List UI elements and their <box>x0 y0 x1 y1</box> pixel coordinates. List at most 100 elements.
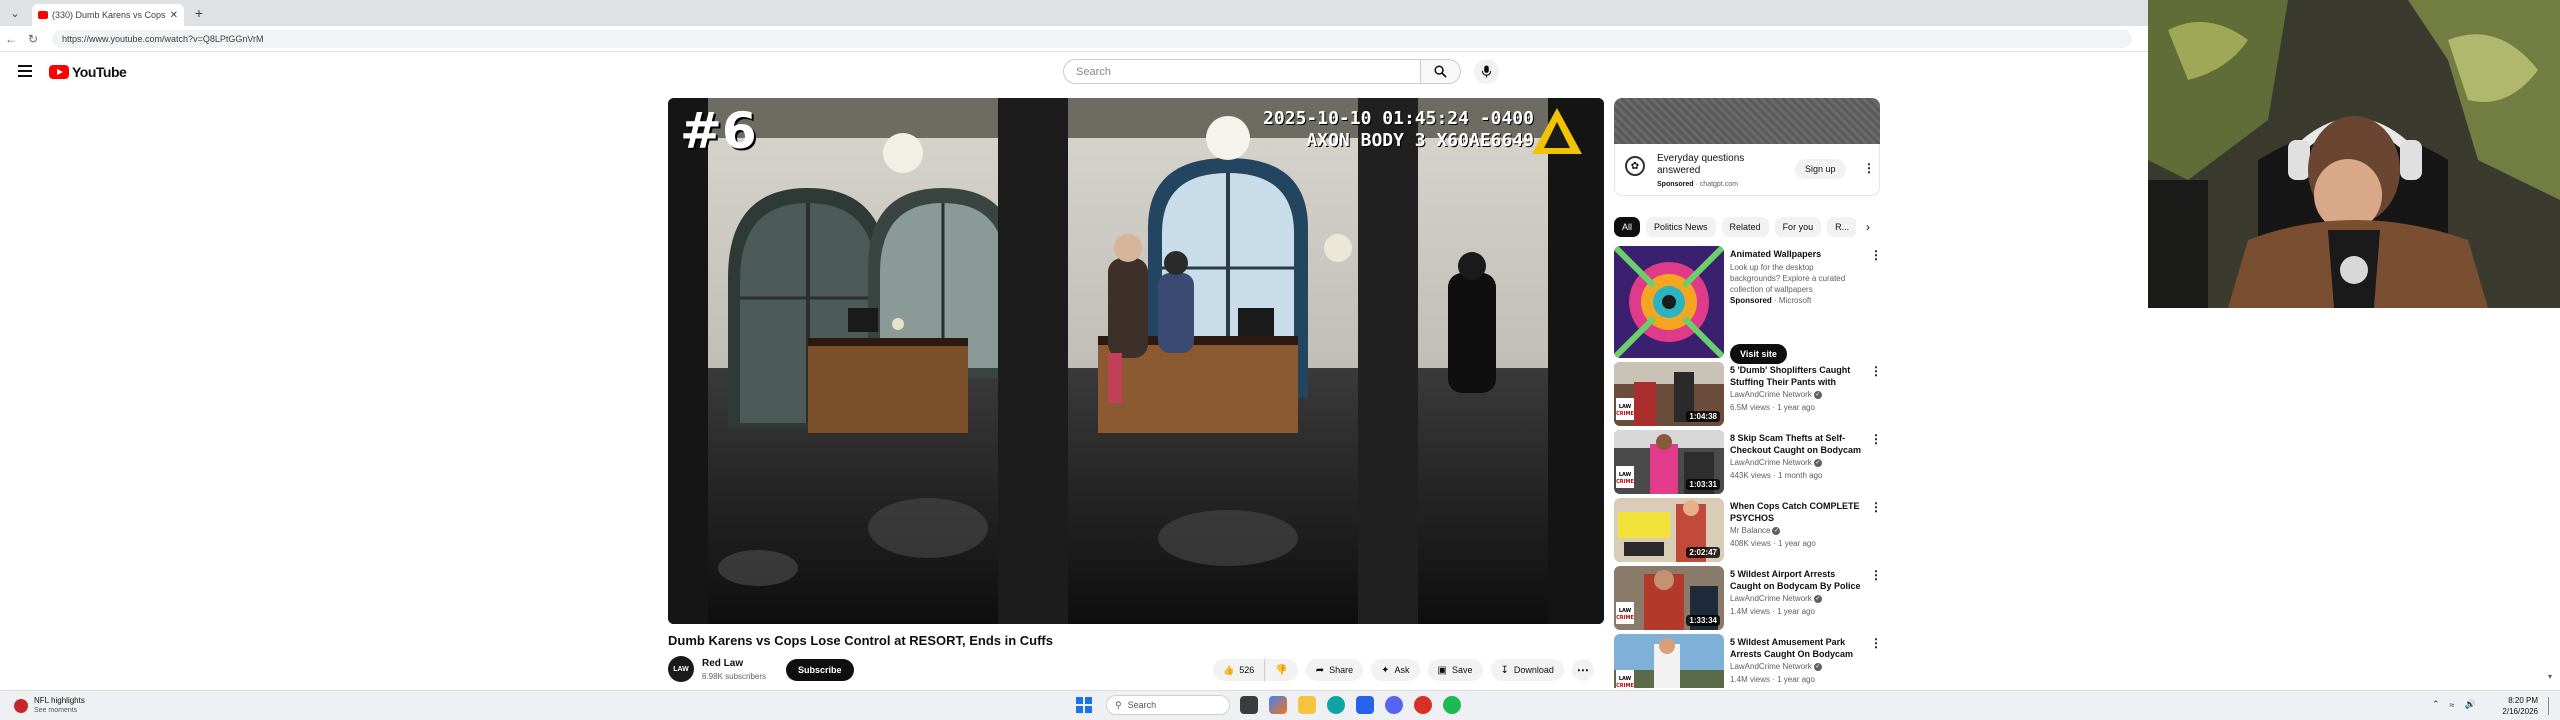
video-player[interactable]: #6 2025-10-10 01:45:24 -0400 AXON BODY 3… <box>668 98 1604 624</box>
verified-check-icon: ✓ <box>1772 526 1781 535</box>
back-arrow-icon[interactable]: ← <box>0 32 22 46</box>
news-widget-icon <box>14 699 28 713</box>
share-button[interactable]: ➦ Share <box>1305 659 1364 681</box>
rec-channel[interactable]: LawAndCrime Network ✓ <box>1730 594 1822 603</box>
download-button[interactable]: ↧ Download <box>1490 659 1564 681</box>
recommendation[interactable]: LAW CRIME 1:03:31 8 Skip Scam Thefts at … <box>1614 430 1882 494</box>
copilot-icon[interactable] <box>1269 696 1287 714</box>
channel-avatar[interactable]: LAW <box>668 656 694 682</box>
task-view-icon[interactable] <box>1240 696 1258 714</box>
tab-title: (330) Dumb Karens vs Cops L... <box>52 10 166 20</box>
search-input[interactable]: Search <box>1063 59 1421 84</box>
menu-icon[interactable] <box>18 65 32 77</box>
rec-thumbnail[interactable]: LAW CRIME 1:03:31 <box>1614 430 1724 494</box>
youtube-logo[interactable]: YouTube <box>49 64 127 80</box>
scroll-down-icon[interactable]: ▾ <box>2548 672 2552 681</box>
channel-name[interactable]: Red Law <box>702 658 743 669</box>
svg-text:CRIME: CRIME <box>1616 683 1634 688</box>
recommendation[interactable]: LAW CRIME 5 Wildest Amusement Park Arres… <box>1614 634 1880 688</box>
sponsored-recommendation[interactable]: Animated Wallpapers Look up for the desk… <box>1614 246 1882 364</box>
reload-icon[interactable]: ↻ <box>22 32 44 46</box>
rec-channel[interactable]: LawAndCrime Network ✓ <box>1730 390 1822 399</box>
rec-title[interactable]: When Cops Catch COMPLETE PSYCHOS <box>1730 500 1866 524</box>
rec-thumbnail[interactable] <box>1614 246 1724 358</box>
store-icon[interactable] <box>1356 696 1374 714</box>
ad-card[interactable]: ✿ Everyday questions answered Sponsored … <box>1614 144 1880 196</box>
visit-site-button[interactable]: Visit site <box>1730 344 1787 364</box>
close-tab-icon[interactable]: ✕ <box>170 10 178 21</box>
download-label: Download <box>1513 665 1554 675</box>
like-button[interactable]: 👍 526 <box>1213 659 1266 681</box>
clock-time: 8:20 PM <box>2508 696 2538 705</box>
taskbar-search[interactable]: ⚲ Search <box>1106 695 1230 715</box>
video-overlay-timestamp: 2025-10-10 01:45:24 -0400 AXON BODY 3 X6… <box>1263 108 1534 152</box>
rec-thumbnail[interactable]: 2:02:47 <box>1614 498 1724 562</box>
ad-more-icon[interactable]: ⋮ <box>1863 161 1875 175</box>
chip-for-you[interactable]: For you <box>1774 217 1822 237</box>
axon-logo-icon <box>1532 108 1582 154</box>
show-desktop-button[interactable] <box>2548 697 2554 715</box>
ad-signup-button[interactable]: Sign up <box>1795 159 1846 179</box>
rec-thumbnail[interactable]: LAW CRIME <box>1614 634 1724 688</box>
rec-thumbnail[interactable]: LAW CRIME 1:04:38 <box>1614 362 1724 426</box>
spotify-icon[interactable] <box>1443 696 1461 714</box>
rec-more-icon[interactable]: ⋮ <box>1870 364 1882 378</box>
browser-tab-active[interactable]: (330) Dumb Karens vs Cops L... ✕ <box>32 4 184 26</box>
rec-title[interactable]: 5 Wildest Amusement Park Arrests Caught … <box>1730 636 1866 660</box>
rec-channel-name: Mr Balance <box>1730 526 1771 535</box>
rec-more-icon[interactable]: ⋮ <box>1870 500 1882 514</box>
tray-chevron-icon[interactable]: ⌃ <box>2432 699 2440 710</box>
rec-title[interactable]: 5 'Dumb' Shoplifters Caught Stuffing The… <box>1730 364 1866 388</box>
news-widget[interactable]: NFL highlights See moments <box>14 696 85 716</box>
webcam-feed-image <box>2148 0 2560 308</box>
youtube-header: YouTube Search <box>0 52 2148 92</box>
rec-description: Look up for the desktop backgrounds? Exp… <box>1730 263 1846 294</box>
recommendation[interactable]: LAW CRIME 1:33:34 5 Wildest Airport Arre… <box>1614 566 1882 630</box>
rec-thumbnail[interactable]: LAW CRIME 1:33:34 <box>1614 566 1724 630</box>
tab-list-chevron-icon[interactable]: ⌄ <box>4 2 26 24</box>
video-overlay-number: #6 <box>680 102 757 160</box>
recommendation[interactable]: 2:02:47 When Cops Catch COMPLETE PSYCHOS… <box>1614 498 1882 562</box>
rec-channel[interactable]: Mr Balance ✓ <box>1730 526 1781 535</box>
volume-icon[interactable]: 🔊 <box>2465 699 2476 710</box>
filter-chips: All Politics News Related For you R... <box>1614 216 1880 238</box>
rec-channel[interactable]: LawAndCrime Network ✓ <box>1730 458 1822 467</box>
verified-check-icon: ✓ <box>1813 390 1822 399</box>
edge-browser-icon[interactable] <box>1327 696 1345 714</box>
discord-icon[interactable] <box>1385 696 1403 714</box>
rec-more-icon[interactable]: ⋮ <box>1870 432 1882 446</box>
taskbar-clock[interactable]: 8:20 PM 2/16/2026 <box>2478 695 2538 717</box>
rec-more-icon[interactable]: ⋮ <box>1870 568 1882 582</box>
rec-title[interactable]: 8 Skip Scam Thefts at Self-Checkout Caug… <box>1730 432 1866 456</box>
rec-more-icon[interactable]: ⋮ <box>1870 248 1882 262</box>
new-tab-button[interactable]: + <box>190 5 208 21</box>
voice-search-button[interactable] <box>1474 59 1499 84</box>
rec-thumbnail-art <box>1614 246 1724 358</box>
chip-truncated[interactable]: R... <box>1827 217 1858 237</box>
wifi-icon[interactable]: ≈ <box>2450 700 2455 710</box>
chip-related[interactable]: Related <box>1721 217 1769 237</box>
search-icon <box>1434 65 1447 78</box>
video-actions: 👍 526 👎 ➦ Share ✦ Ask ▣ Save ↧ Download … <box>1213 659 1594 681</box>
chip-politics-news[interactable]: Politics News <box>1646 217 1716 237</box>
search-button[interactable] <box>1421 59 1461 84</box>
rec-more-icon[interactable]: ⋮ <box>1870 636 1880 650</box>
app-icon[interactable] <box>1414 696 1432 714</box>
dislike-button[interactable]: 👎 <box>1265 659 1297 681</box>
chevron-right-icon[interactable]: › <box>1856 216 1880 238</box>
rec-title[interactable]: Animated Wallpapers <box>1730 248 1866 260</box>
windows-start-icon[interactable] <box>1076 697 1092 713</box>
save-button[interactable]: ▣ Save <box>1427 659 1483 681</box>
taskbar-center: ⚲ Search <box>1076 695 1472 715</box>
rec-channel[interactable]: LawAndCrime Network ✓ <box>1730 662 1822 671</box>
file-explorer-icon[interactable] <box>1298 696 1316 714</box>
browser-tab-bar: ⌄ (330) Dumb Karens vs Cops L... ✕ + <box>0 0 2148 26</box>
ask-button[interactable]: ✦ Ask <box>1371 659 1420 681</box>
url-field[interactable]: https://www.youtube.com/watch?v=Q8LPtGGn… <box>52 29 2132 48</box>
ad-banner-image[interactable] <box>1614 98 1880 144</box>
rec-title[interactable]: 5 Wildest Airport Arrests Caught on Body… <box>1730 568 1866 592</box>
subscribe-button[interactable]: Subscribe <box>786 659 854 681</box>
more-actions-icon[interactable]: ⋯ <box>1571 659 1594 681</box>
chip-all[interactable]: All <box>1614 217 1641 237</box>
recommendation[interactable]: LAW CRIME 1:04:38 5 'Dumb' Shoplifters C… <box>1614 362 1882 426</box>
